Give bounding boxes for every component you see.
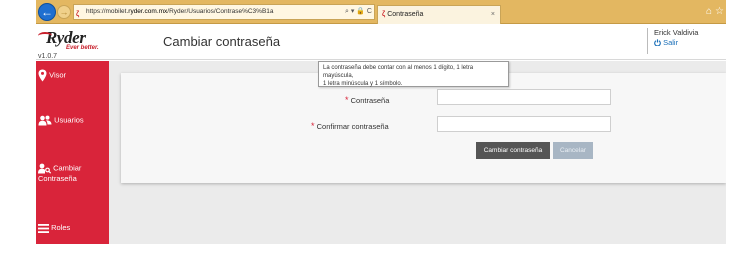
sidebar-item-cambiar-contrasena[interactable]: Cambiar Contraseña [38,163,81,184]
forward-arrow-icon[interactable]: → [57,5,71,19]
browser-window: ← → ζ https://mobilet.ryder.com.mx/Ryder/… [36,0,726,244]
sidebar-item-label: Visor [49,70,67,80]
sidebar-item-label-line2: Contraseña [38,174,77,183]
sidebar-item-label: Roles [51,223,71,232]
address-bar[interactable]: ζ https://mobilet.ryder.com.mx/Ryder/Usua… [73,4,375,20]
password-field[interactable] [437,89,611,105]
url-host: ryder.com.mx [128,8,168,15]
user-key-icon [38,163,51,174]
logout-label: Salir [663,38,679,47]
address-tools-icon[interactable]: ⌕ ▾ 🔒 C [345,5,372,19]
site-favicon-icon: ζ [76,10,80,18]
tooltip-line-1: La contraseña debe contar con al menos 1… [323,65,474,79]
close-tab-icon[interactable]: × [491,6,495,23]
users-icon [38,115,52,126]
power-icon [654,39,661,47]
sidebar-item-label-line1: Cambiar [53,163,82,173]
page-title: Cambiar contraseña [163,34,281,49]
logo-swoosh-icon [38,32,52,40]
tooltip-line-2: 1 letra minúscula y 1 símbolo. [323,81,403,87]
main-content: * Contraseña * Confirmar contraseña Camb… [109,61,726,244]
sidebar-item-label: Usuarios [54,115,84,125]
confirm-label-text: Confirmar contraseña [316,122,389,131]
cancel-button[interactable]: Cancelar [553,142,593,159]
password-label: * Contraseña [345,95,389,105]
version-label: v1.0.7 [38,53,58,60]
back-arrow-icon[interactable]: ← [38,3,56,21]
change-password-button[interactable]: Cambiar contraseña [476,142,550,159]
map-pin-icon [38,69,47,82]
user-menu: Erick Valdivia Salir [647,28,698,54]
browser-tab[interactable]: ζ Contraseña × [377,5,501,24]
sidebar-item-usuarios[interactable]: Usuarios [38,115,84,126]
confirm-password-label: * Confirmar contraseña [311,121,389,131]
url-prefix: https://mobilet. [86,8,129,15]
list-icon [38,223,49,233]
app-header: Ryder Ever better. v1.0.7 Cambiar contra… [36,24,726,60]
sidebar-item-roles[interactable]: Roles [38,223,70,233]
home-icon[interactable]: ⌂ [706,6,712,17]
required-mark: * [311,121,315,131]
sidebar-item-visor[interactable]: Visor [38,69,66,82]
change-password-form: * Contraseña * Confirmar contraseña Camb… [121,73,726,183]
password-rules-tooltip: La contraseña debe contar con al menos 1… [318,61,509,87]
required-mark: * [345,95,349,105]
logout-link[interactable]: Salir [654,38,698,48]
url-path: /Ryder/Usuarios/Contrase%C3%B1a [167,8,274,15]
tab-favicon-icon: ζ [382,11,386,18]
password-label-text: Contraseña [350,96,390,105]
favorites-star-icon[interactable]: ☆ [715,6,724,17]
browser-toolbar: ← → ζ https://mobilet.ryder.com.mx/Ryder/… [36,0,726,24]
user-name: Erick Valdivia [654,28,699,37]
tab-title: Contraseña [387,11,424,18]
sidebar: Visor Usuarios Cambiar Contraseña Roles [36,61,109,244]
confirm-password-field[interactable] [437,116,611,132]
